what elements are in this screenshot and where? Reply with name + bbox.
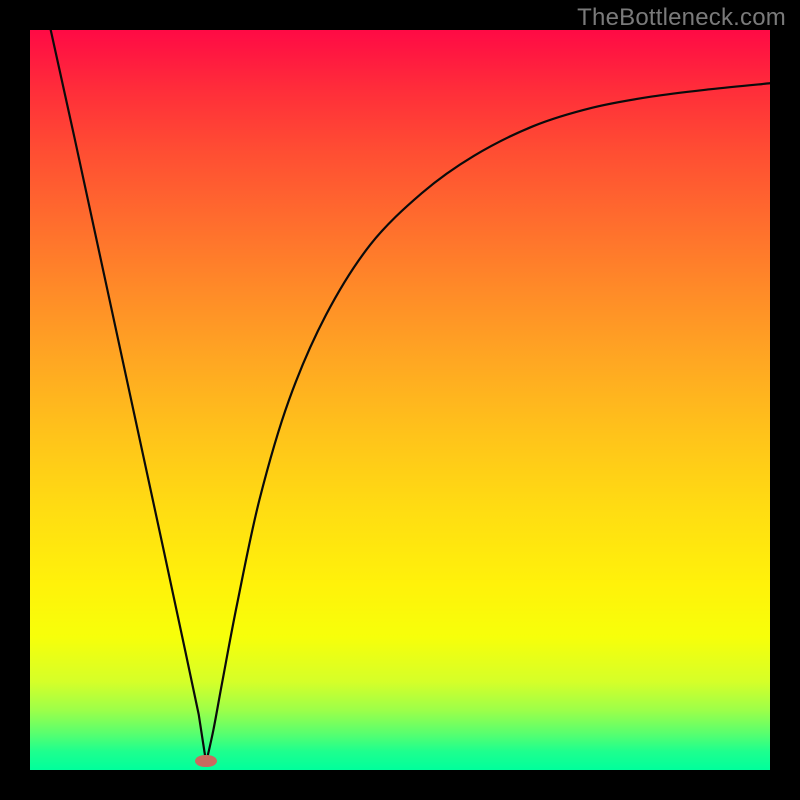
minimum-marker xyxy=(195,755,217,767)
bottleneck-curve xyxy=(51,30,770,763)
attribution-label: TheBottleneck.com xyxy=(577,4,786,32)
plot-area xyxy=(30,30,770,770)
chart-container: TheBottleneck.com xyxy=(0,0,800,800)
curve-svg xyxy=(30,30,770,770)
